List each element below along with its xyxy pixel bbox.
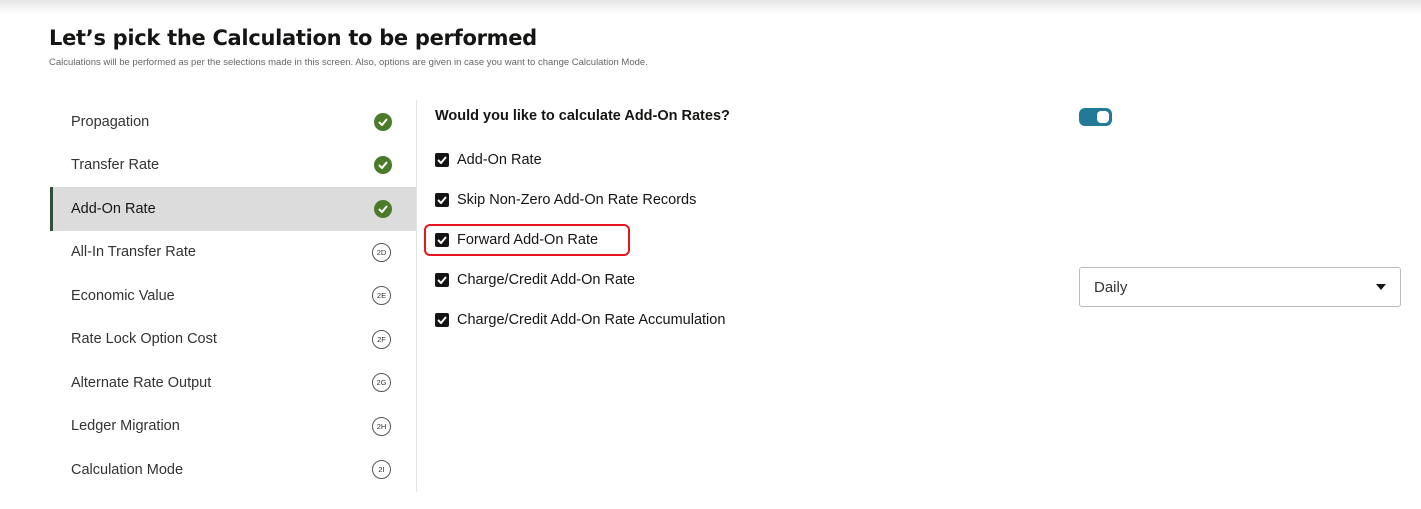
option-label: Add-On Rate (457, 152, 542, 168)
checkbox-checked-icon[interactable] (435, 273, 449, 287)
checkbox-checked-icon[interactable] (435, 153, 449, 167)
divider (416, 100, 417, 492)
option-label: Skip Non-Zero Add-On Rate Records (457, 192, 697, 208)
sidebar-item-add-on-rate[interactable]: Add-On Rate (50, 187, 416, 231)
option-charge-credit-add-on-rate-accumulation[interactable]: Charge/Credit Add-On Rate Accumulation (435, 312, 725, 328)
step-badge: 2I (372, 460, 391, 480)
sidebar-item-label: Economic Value (71, 287, 175, 304)
sidebar-item-label: Propagation (71, 113, 150, 130)
sidebar-item-label: Rate Lock Option Cost (71, 331, 217, 348)
sidebar-item-label: Add-On Rate (71, 200, 156, 217)
sidebar-item-ledger-migration[interactable]: Ledger Migration 2H (50, 405, 416, 449)
sidebar-item-label: Ledger Migration (71, 418, 180, 435)
chevron-down-icon (1376, 284, 1386, 290)
sidebar-item-calculation-mode[interactable]: Calculation Mode 2I (50, 448, 416, 492)
checkbox-checked-icon[interactable] (435, 193, 449, 207)
step-sidebar: Propagation Transfer Rate Add-On Rate All-I… (50, 100, 416, 492)
step-badge: 2E (372, 286, 391, 306)
sidebar-item-rate-lock-option-cost[interactable]: Rate Lock Option Cost 2F (50, 318, 416, 362)
sidebar-item-label: Transfer Rate (71, 157, 160, 174)
sidebar-item-label: Alternate Rate Output (71, 374, 212, 391)
page-title: Let’s pick the Calculation to be perform… (49, 26, 537, 50)
frequency-select[interactable]: Daily (1079, 267, 1401, 307)
sidebar-item-propagation[interactable]: Propagation (50, 100, 416, 144)
sidebar-item-label: Calculation Mode (71, 461, 184, 478)
toggle-knob (1097, 111, 1109, 123)
checkbox-checked-icon[interactable] (435, 313, 449, 327)
option-skip-non-zero-add-on-rate-records[interactable]: Skip Non-Zero Add-On Rate Records (435, 192, 696, 208)
add-on-toggle[interactable] (1079, 108, 1112, 126)
page-subtitle: Calculations will be performed as per th… (49, 57, 648, 68)
sidebar-item-transfer-rate[interactable]: Transfer Rate (50, 144, 416, 188)
step-badge: 2H (372, 416, 391, 436)
check-circle-icon (374, 199, 392, 218)
option-add-on-rate[interactable]: Add-On Rate (435, 152, 542, 168)
step-badge: 2G (372, 373, 391, 393)
option-label: Charge/Credit Add-On Rate Accumulation (457, 312, 726, 328)
option-label: Charge/Credit Add-On Rate (457, 272, 636, 288)
frequency-select-value: Daily (1094, 278, 1128, 296)
sidebar-item-economic-value[interactable]: Economic Value 2E (50, 274, 416, 318)
check-circle-icon (374, 112, 392, 131)
add-on-question: Would you like to calculate Add-On Rates… (435, 108, 730, 124)
sidebar-item-alternate-rate-output[interactable]: Alternate Rate Output 2G (50, 361, 416, 405)
option-charge-credit-add-on-rate[interactable]: Charge/Credit Add-On Rate (435, 272, 635, 288)
step-badge: 2D (372, 242, 391, 262)
sidebar-item-label: All-In Transfer Rate (71, 244, 196, 261)
sidebar-item-all-in-transfer-rate[interactable]: All-In Transfer Rate 2D (50, 231, 416, 275)
check-circle-icon (374, 156, 392, 175)
step-badge: 2F (372, 329, 391, 349)
highlight-box (424, 224, 630, 256)
top-shadow (0, 0, 1421, 14)
